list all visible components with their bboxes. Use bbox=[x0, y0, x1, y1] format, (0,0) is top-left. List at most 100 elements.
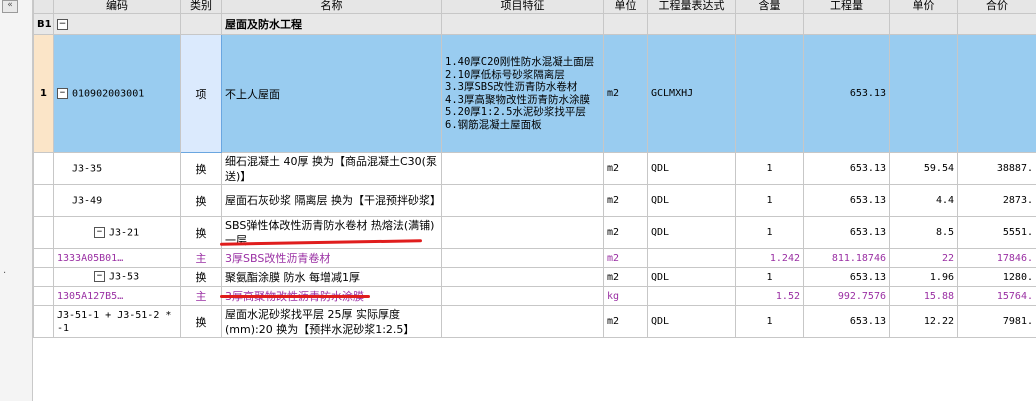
row-code[interactable]: − J3-53 bbox=[53, 267, 181, 287]
row-type[interactable]: 主 bbox=[180, 248, 222, 268]
header-total[interactable]: 合价 bbox=[957, 0, 1036, 14]
row-quantity[interactable]: 653.13 bbox=[803, 184, 890, 217]
row-unit-price[interactable]: 1.96 bbox=[889, 267, 958, 287]
collapse-toggle-icon[interactable]: − bbox=[57, 19, 68, 30]
row-name[interactable]: 屋面石灰砂浆 隔离层 换为【干混预拌砂浆】 bbox=[221, 184, 442, 217]
row-type[interactable]: 主 bbox=[180, 286, 222, 306]
row-code[interactable]: J3-35 bbox=[53, 152, 181, 185]
row-type[interactable]: 换 bbox=[180, 216, 222, 249]
row-quantity[interactable]: 992.7576 bbox=[803, 286, 890, 306]
row-content[interactable]: 1 bbox=[735, 152, 804, 185]
item-code[interactable]: −010902003001 bbox=[53, 34, 181, 153]
row-unit[interactable]: m2 bbox=[603, 216, 648, 249]
row-expression[interactable]: QDL bbox=[647, 267, 736, 287]
item-total[interactable] bbox=[957, 34, 1036, 153]
row-name[interactable]: 细石混凝土 40厚 换为【商品混凝土C30(泵送)】 bbox=[221, 152, 442, 185]
row-unit[interactable]: m2 bbox=[603, 184, 648, 217]
collapse-toggle-icon[interactable]: − bbox=[94, 271, 105, 283]
item-quantity[interactable]: 653.13 bbox=[803, 34, 890, 153]
row-unit-price[interactable]: 12.22 bbox=[889, 305, 958, 338]
header-content[interactable]: 含量 bbox=[735, 0, 804, 14]
header-expression[interactable]: 工程量表达式 bbox=[647, 0, 736, 14]
row-type[interactable]: 换 bbox=[180, 267, 222, 287]
row-type[interactable]: 换 bbox=[180, 184, 222, 217]
list-item-row[interactable]: 1 −010902003001 项 不上人屋面 1.40厚C20刚性防水混凝土面… bbox=[33, 34, 1036, 153]
row-unit[interactable]: m2 bbox=[603, 305, 648, 338]
row-content[interactable]: 1 bbox=[735, 184, 804, 217]
table-row[interactable]: J3-49 换 屋面石灰砂浆 隔离层 换为【干混预拌砂浆】 m2 QDL 1 6… bbox=[33, 184, 1036, 217]
row-content[interactable]: 1 bbox=[735, 216, 804, 249]
table-row[interactable]: 1305A127B5… 主 3厚高聚物改性沥青防水涂膜 kg 1.52 992.… bbox=[33, 286, 1036, 306]
row-features[interactable] bbox=[441, 184, 604, 217]
row-total[interactable]: 2873. bbox=[957, 184, 1036, 217]
section-type-cell[interactable] bbox=[180, 13, 222, 35]
row-code[interactable]: 1305A127B5… bbox=[53, 286, 181, 306]
row-total[interactable]: 1280. bbox=[957, 267, 1036, 287]
row-total[interactable]: 5551. bbox=[957, 216, 1036, 249]
header-name[interactable]: 名称 bbox=[221, 0, 442, 14]
row-content[interactable]: 1 bbox=[735, 267, 804, 287]
row-total[interactable]: 17846. bbox=[957, 248, 1036, 268]
row-expression[interactable]: QDL bbox=[647, 216, 736, 249]
row-code[interactable]: 1333A05B01… bbox=[53, 248, 181, 268]
row-content[interactable]: 1.52 bbox=[735, 286, 804, 306]
row-features[interactable] bbox=[441, 286, 604, 306]
table-row[interactable]: − J3-21 换 SBS弹性体改性沥青防水卷材 热熔法(满铺) 一层 m2 QD… bbox=[33, 216, 1036, 249]
row-unit-price[interactable]: 22 bbox=[889, 248, 958, 268]
collapse-toggle-icon[interactable]: − bbox=[94, 226, 105, 238]
row-content[interactable]: 1.242 bbox=[735, 248, 804, 268]
row-code[interactable]: − J3-21 bbox=[53, 216, 181, 249]
row-type[interactable]: 换 bbox=[180, 305, 222, 338]
row-unit-price[interactable]: 8.5 bbox=[889, 216, 958, 249]
header-features[interactable]: 项目特征 bbox=[441, 0, 604, 14]
row-quantity[interactable]: 811.18746 bbox=[803, 248, 890, 268]
collapse-panel-button[interactable]: « bbox=[2, 0, 18, 13]
row-quantity[interactable]: 653.13 bbox=[803, 152, 890, 185]
row-unit-price[interactable]: 59.54 bbox=[889, 152, 958, 185]
item-unit[interactable]: m2 bbox=[603, 34, 648, 153]
row-features[interactable] bbox=[441, 305, 604, 338]
row-total[interactable]: 38887. bbox=[957, 152, 1036, 185]
row-expression[interactable] bbox=[647, 286, 736, 306]
row-unit[interactable]: m2 bbox=[603, 248, 648, 268]
collapse-toggle-icon[interactable]: − bbox=[57, 87, 68, 99]
header-unit[interactable]: 单位 bbox=[603, 0, 648, 14]
header-quantity[interactable]: 工程量 bbox=[803, 0, 890, 14]
item-type[interactable]: 项 bbox=[180, 34, 222, 153]
row-name[interactable]: 聚氨酯涂膜 防水 每增减1厚 bbox=[221, 267, 442, 287]
item-content[interactable] bbox=[735, 34, 804, 153]
row-features[interactable] bbox=[441, 267, 604, 287]
row-content[interactable]: 1 bbox=[735, 305, 804, 338]
row-code[interactable]: J3-49 bbox=[53, 184, 181, 217]
row-unit[interactable]: m2 bbox=[603, 152, 648, 185]
row-expression[interactable]: QDL bbox=[647, 184, 736, 217]
header-unit-price[interactable]: 单价 bbox=[889, 0, 958, 14]
section-code-cell[interactable]: − bbox=[53, 13, 181, 35]
header-type[interactable]: 类别 bbox=[180, 0, 222, 14]
row-unit-price[interactable]: 15.88 bbox=[889, 286, 958, 306]
item-name[interactable]: 不上人屋面 bbox=[221, 34, 442, 153]
row-unit-price[interactable]: 4.4 bbox=[889, 184, 958, 217]
section-name[interactable]: 屋面及防水工程 bbox=[221, 13, 442, 35]
row-total[interactable]: 7981. bbox=[957, 305, 1036, 338]
section-row[interactable]: B1 − 屋面及防水工程 bbox=[33, 13, 1036, 35]
table-row[interactable]: − J3-53 换 聚氨酯涂膜 防水 每增减1厚 m2 QDL 1 653.13 … bbox=[33, 267, 1036, 287]
row-name[interactable]: 3厚SBS改性沥青卷材 bbox=[221, 248, 442, 268]
table-row[interactable]: 1333A05B01… 主 3厚SBS改性沥青卷材 m2 1.242 811.1… bbox=[33, 248, 1036, 268]
row-features[interactable] bbox=[441, 216, 604, 249]
row-features[interactable] bbox=[441, 248, 604, 268]
row-quantity[interactable]: 653.13 bbox=[803, 216, 890, 249]
item-unit-price[interactable] bbox=[889, 34, 958, 153]
table-row[interactable]: J3-35 换 细石混凝土 40厚 换为【商品混凝土C30(泵送)】 m2 QD… bbox=[33, 152, 1036, 185]
row-expression[interactable] bbox=[647, 248, 736, 268]
row-expression[interactable]: QDL bbox=[647, 152, 736, 185]
header-code[interactable]: 编码 bbox=[53, 0, 181, 14]
row-code[interactable]: J3-51-1 + J3-51-2 * -1 bbox=[53, 305, 181, 338]
row-quantity[interactable]: 653.13 bbox=[803, 305, 890, 338]
row-name[interactable]: 屋面水泥砂浆找平层 25厚 实际厚度(mm):20 换为【预拌水泥砂浆1:2.5… bbox=[221, 305, 442, 338]
table-row[interactable]: J3-51-1 + J3-51-2 * -1 换 屋面水泥砂浆找平层 25厚 实… bbox=[33, 305, 1036, 338]
row-total[interactable]: 15764. bbox=[957, 286, 1036, 306]
row-quantity[interactable]: 653.13 bbox=[803, 267, 890, 287]
row-unit[interactable]: m2 bbox=[603, 267, 648, 287]
row-expression[interactable]: QDL bbox=[647, 305, 736, 338]
